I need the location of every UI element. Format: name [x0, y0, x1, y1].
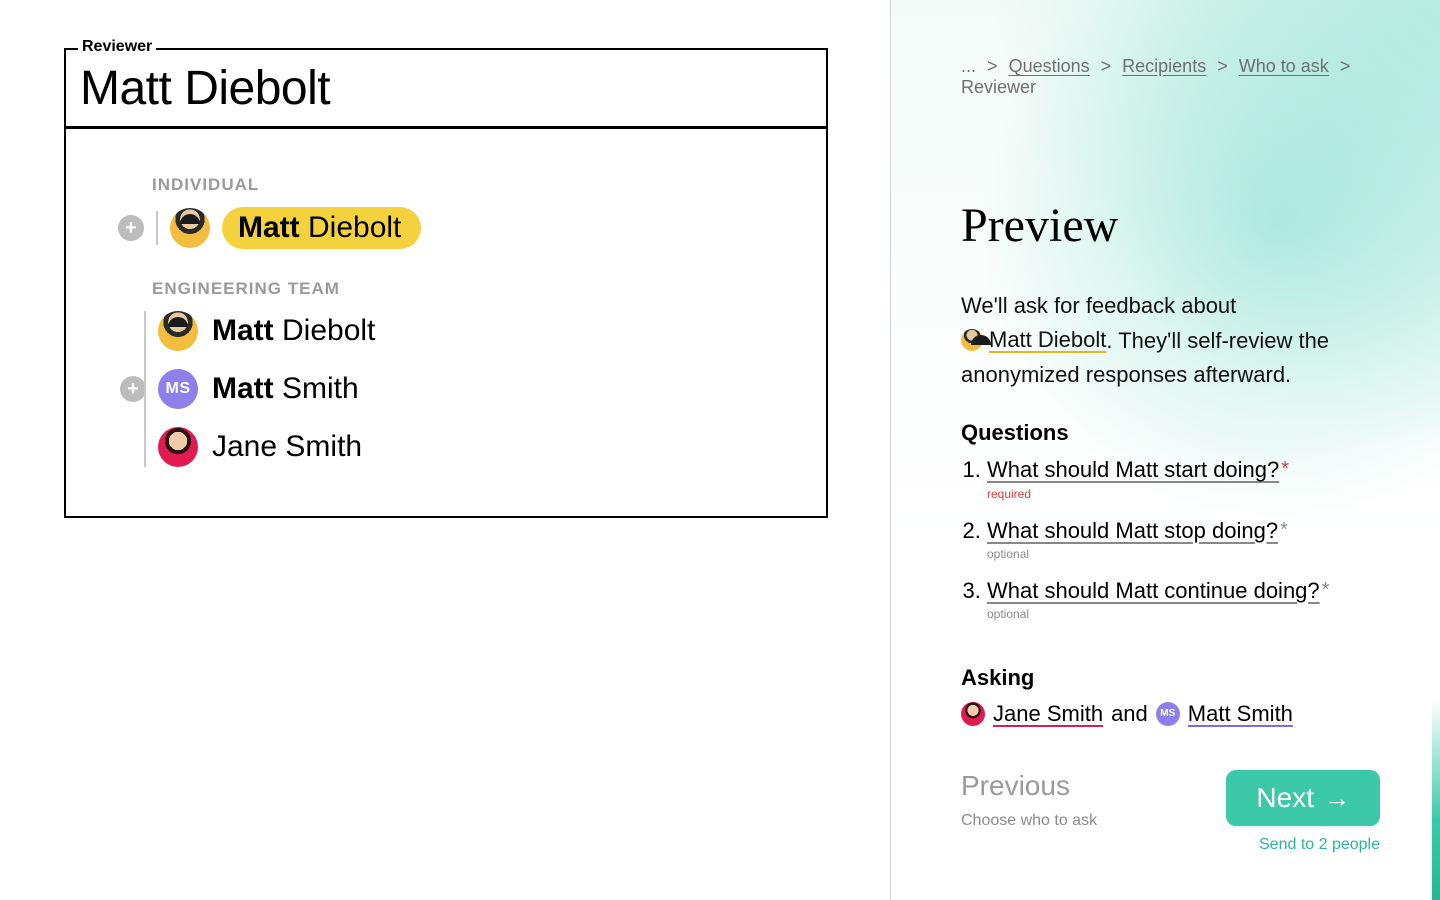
section-label-team: ENGINEERING TEAM — [152, 279, 808, 299]
autocomplete-results: INDIVIDUAL + Matt Diebolt ENGINEERING TE… — [66, 129, 826, 499]
hint-optional: optional — [987, 547, 1380, 563]
question-item[interactable]: What should Matt continue doing?* option… — [987, 577, 1380, 623]
hint-required: required — [987, 487, 1380, 503]
result-name: Jane Smith — [212, 425, 362, 469]
preview-panel: ... > Questions > Recipients > Who to as… — [890, 0, 1440, 900]
asking-heading: Asking — [961, 665, 1380, 691]
result-name-highlighted: Matt Diebolt — [222, 207, 421, 249]
questions-list: What should Matt start doing?* required … — [961, 456, 1380, 637]
divider — [156, 211, 158, 245]
breadcrumb-ellipsis: ... — [961, 56, 976, 76]
breadcrumb-recipients[interactable]: Recipients — [1122, 56, 1206, 76]
asking-line: Jane Smith and MS Matt Smith — [961, 701, 1380, 727]
next-subtitle: Send to 2 people — [1259, 836, 1380, 854]
avatar-matt — [158, 311, 198, 351]
accent-edge — [1432, 700, 1440, 900]
asking-person-jane[interactable]: Jane Smith — [993, 701, 1103, 727]
required-icon: * — [1281, 458, 1289, 480]
preview-title: Preview — [961, 198, 1380, 253]
asking-person-matt-smith[interactable]: Matt Smith — [1188, 701, 1293, 727]
optional-icon: * — [1280, 519, 1288, 541]
left-panel: Reviewer Matt Diebolt INDIVIDUAL + M — [0, 0, 890, 900]
plus-icon: + — [125, 218, 137, 238]
reviewer-input[interactable]: Matt Diebolt — [80, 60, 812, 118]
avatar-jane-icon — [961, 702, 985, 726]
questions-heading: Questions — [961, 420, 1380, 446]
avatar-matt-icon — [961, 329, 983, 351]
group-divider — [144, 311, 146, 467]
previous-button[interactable]: Previous — [961, 770, 1097, 802]
result-row-team[interactable]: Matt Diebolt — [158, 309, 808, 353]
result-row-team[interactable]: Jane Smith — [158, 425, 808, 469]
add-team-button[interactable]: + — [120, 376, 146, 402]
reviewer-autocomplete: Reviewer Matt Diebolt INDIVIDUAL + M — [64, 48, 828, 518]
avatar-ms-icon: MS — [1156, 702, 1180, 726]
reviewer-field-label: Reviewer — [78, 38, 156, 56]
previous-subtitle: Choose who to ask — [961, 812, 1097, 830]
preview-lead: We'll ask for feedback about Matt Diebol… — [961, 289, 1380, 392]
next-button[interactable]: Next → — [1226, 770, 1380, 826]
breadcrumb: ... > Questions > Recipients > Who to as… — [961, 56, 1380, 98]
breadcrumb-who-to-ask[interactable]: Who to ask — [1239, 56, 1329, 76]
preview-subject[interactable]: Matt Diebolt — [989, 323, 1106, 357]
result-name: Matt Diebolt — [212, 309, 375, 353]
breadcrumb-current: Reviewer — [961, 77, 1036, 97]
avatar-jane — [158, 427, 198, 467]
wizard-footer: Previous Choose who to ask Next → Send t… — [961, 770, 1380, 900]
arrow-right-icon: → — [1324, 783, 1350, 814]
add-button[interactable]: + — [118, 215, 144, 241]
question-item[interactable]: What should Matt stop doing?* optional — [987, 517, 1380, 563]
section-label-individual: INDIVIDUAL — [152, 175, 808, 195]
avatar-ms: MS — [158, 369, 198, 409]
plus-icon: + — [127, 379, 139, 399]
result-row-individual[interactable]: + Matt Diebolt — [84, 205, 808, 251]
breadcrumb-questions[interactable]: Questions — [1009, 56, 1090, 76]
question-item[interactable]: What should Matt start doing?* required — [987, 456, 1380, 502]
optional-icon: * — [1322, 579, 1330, 601]
result-name: Matt Smith — [212, 367, 359, 411]
avatar-matt — [170, 208, 210, 248]
result-row-team[interactable]: MS Matt Smith — [158, 367, 808, 411]
background-gradient — [891, 0, 1440, 900]
hint-optional: optional — [987, 607, 1380, 623]
